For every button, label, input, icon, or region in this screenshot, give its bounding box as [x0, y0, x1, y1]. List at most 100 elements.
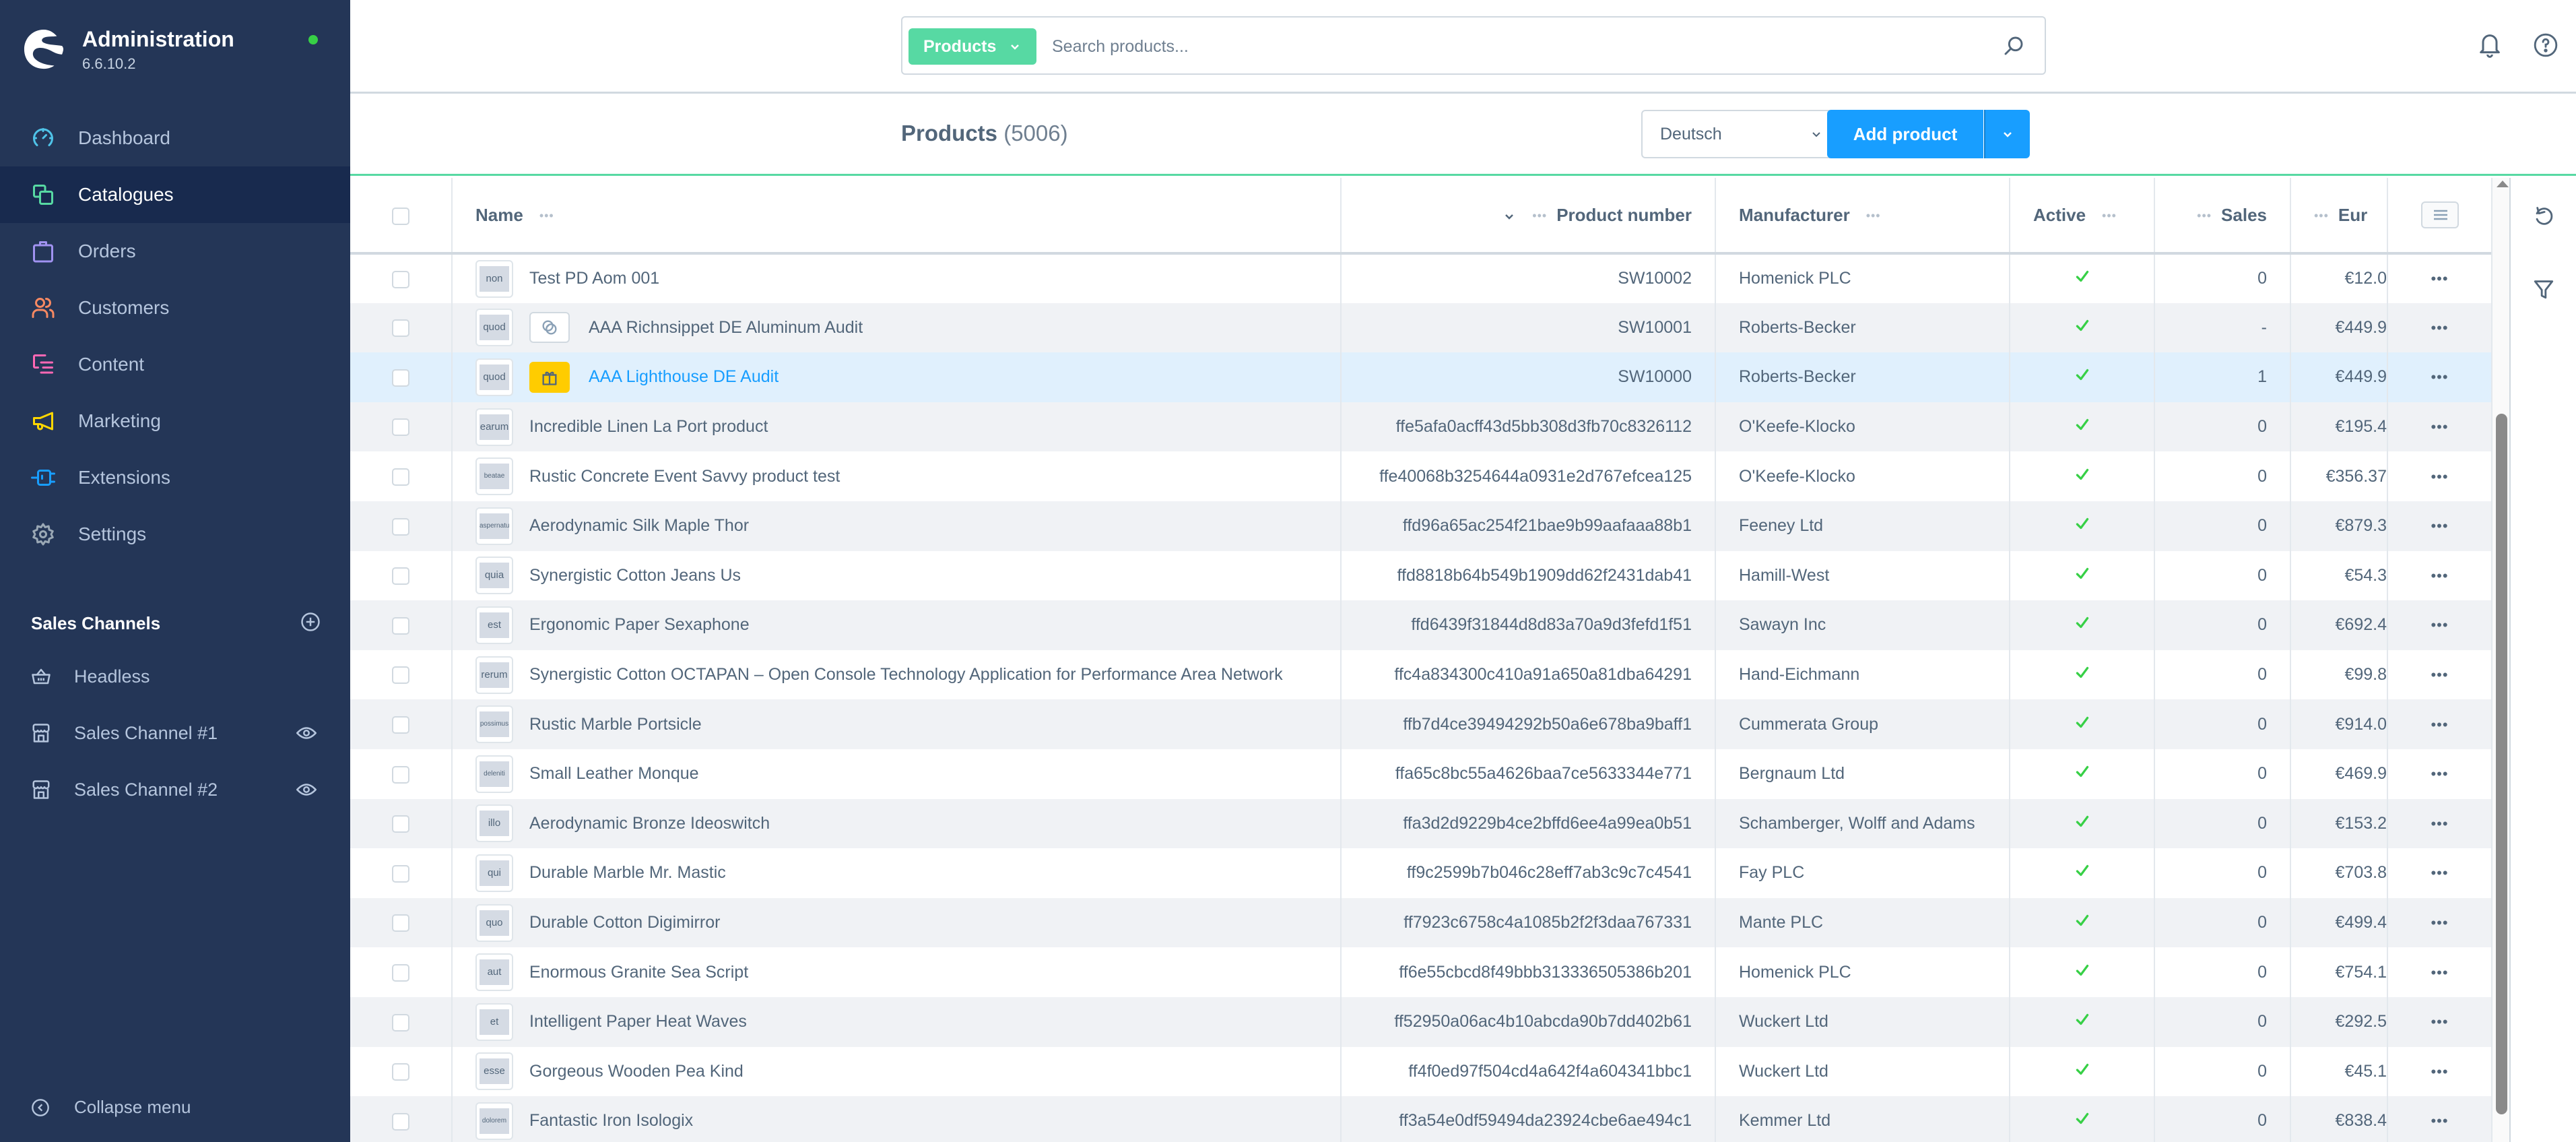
sidebar-item-extensions[interactable]: Extensions: [0, 449, 350, 506]
row-context-menu-icon[interactable]: •••: [2431, 369, 2448, 385]
search-type-dropdown[interactable]: Products: [909, 28, 1036, 65]
table-row[interactable]: deleniti Small Leather Monque ffa65c8bc55a…: [350, 749, 2491, 799]
product-name-link[interactable]: Small Leather Monque: [529, 764, 699, 784]
filter-icon[interactable]: [2532, 278, 2555, 300]
row-checkbox[interactable]: [392, 864, 409, 883]
row-checkbox[interactable]: [392, 964, 409, 982]
row-context-menu-icon[interactable]: •••: [2431, 517, 2448, 534]
table-row[interactable]: et Intelligent Paper Heat Waves ff52950a06…: [350, 996, 2491, 1047]
sidebar-item-marketing[interactable]: Marketing: [0, 393, 350, 449]
row-context-menu-icon[interactable]: •••: [2431, 1063, 2448, 1080]
row-checkbox[interactable]: [392, 369, 409, 387]
product-name-link[interactable]: AAA Richnsippet DE Aluminum Audit: [589, 318, 863, 338]
product-name-link[interactable]: Intelligent Paper Heat Waves: [529, 1012, 747, 1032]
help-icon[interactable]: [2533, 32, 2558, 58]
row-context-menu-icon[interactable]: •••: [2431, 319, 2448, 336]
table-row[interactable]: quod AAA Richnsippet DE Aluminum Audit SW1…: [350, 303, 2491, 353]
column-settings-button[interactable]: [2420, 201, 2459, 228]
column-header-price[interactable]: ••• Eur: [2290, 178, 2388, 255]
product-name-link[interactable]: Test PD Aom 001: [529, 269, 659, 288]
add-product-dropdown-button[interactable]: [1984, 110, 2030, 158]
product-name-link[interactable]: Incredible Linen La Port product: [529, 417, 768, 437]
column-settings-icon[interactable]: •••: [1866, 209, 1881, 223]
product-name-link[interactable]: Gorgeous Wooden Pea Kind: [529, 1062, 744, 1081]
product-name-link[interactable]: Rustic Marble Portsicle: [529, 715, 702, 734]
sidebar-item-orders[interactable]: Orders: [0, 223, 350, 280]
grid-scrollbar[interactable]: [2491, 178, 2511, 1142]
row-checkbox[interactable]: [392, 270, 409, 288]
row-checkbox[interactable]: [392, 1112, 409, 1131]
column-header-product-number[interactable]: ••• Product number: [1341, 178, 1716, 255]
table-row[interactable]: aspernatur Aerodynamic Silk Maple Thor ffd…: [350, 501, 2491, 551]
product-name-link[interactable]: AAA Lighthouse DE Audit: [589, 367, 779, 387]
row-checkbox[interactable]: [392, 815, 409, 833]
row-context-menu-icon[interactable]: •••: [2431, 964, 2448, 981]
row-context-menu-icon[interactable]: •••: [2431, 716, 2448, 733]
row-context-menu-icon[interactable]: •••: [2431, 616, 2448, 633]
row-checkbox[interactable]: [392, 716, 409, 734]
sales-channel-1[interactable]: Sales Channel #1: [0, 705, 350, 761]
table-row[interactable]: quia Synergistic Cotton Jeans Us ffd8818b6…: [350, 550, 2491, 601]
language-switch[interactable]: Deutsch: [1641, 110, 1843, 158]
table-row[interactable]: esse Gorgeous Wooden Pea Kind ff4f0ed97f50…: [350, 1046, 2491, 1097]
table-row[interactable]: aut Enormous Granite Sea Script ff6e55cbcd…: [350, 947, 2491, 997]
table-row[interactable]: possimus Rustic Marble Portsicle ffb7d4ce3…: [350, 699, 2491, 749]
column-header-manufacturer[interactable]: Manufacturer •••: [1715, 178, 2010, 255]
row-checkbox[interactable]: [392, 418, 409, 437]
row-checkbox[interactable]: [392, 1063, 409, 1081]
sidebar-item-settings[interactable]: Settings: [0, 506, 350, 563]
row-checkbox[interactable]: [392, 567, 409, 585]
row-context-menu-icon[interactable]: •••: [2431, 567, 2448, 584]
product-name-link[interactable]: Enormous Granite Sea Script: [529, 963, 748, 982]
row-checkbox[interactable]: [392, 319, 409, 338]
table-row[interactable]: beatae Rustic Concrete Event Savvy produc…: [350, 451, 2491, 501]
row-checkbox[interactable]: [392, 468, 409, 486]
table-row[interactable]: qui Durable Marble Mr. Mastic ff9c2599b7b0…: [350, 848, 2491, 898]
row-context-menu-icon[interactable]: •••: [2431, 666, 2448, 683]
column-header-sales[interactable]: ••• Sales: [2154, 178, 2291, 255]
row-context-menu-icon[interactable]: •••: [2431, 765, 2448, 782]
row-context-menu-icon[interactable]: •••: [2431, 270, 2448, 287]
add-product-button[interactable]: Add product: [1827, 110, 1983, 158]
product-name-link[interactable]: Durable Marble Mr. Mastic: [529, 863, 726, 883]
eye-icon[interactable]: [296, 782, 317, 797]
eye-icon[interactable]: [296, 726, 317, 740]
notifications-bell-icon[interactable]: [2476, 31, 2503, 58]
column-settings-icon[interactable]: •••: [2197, 209, 2212, 223]
search-icon[interactable]: [2003, 35, 2024, 57]
row-checkbox[interactable]: [392, 666, 409, 685]
table-row[interactable]: non Test PD Aom 001 SW10002 Homenick PLC 0 €1…: [350, 253, 2491, 303]
product-name-link[interactable]: Durable Cotton Digimirror: [529, 913, 720, 932]
product-name-link[interactable]: Synergistic Cotton Jeans Us: [529, 566, 741, 585]
scrollbar-thumb[interactable]: [2496, 414, 2507, 1114]
row-checkbox[interactable]: [392, 517, 409, 536]
select-all-checkbox[interactable]: [392, 207, 409, 225]
sales-channel-headless[interactable]: Headless: [0, 648, 350, 705]
product-name-link[interactable]: Synergistic Cotton OCTAPAN – Open Consol…: [529, 665, 1283, 685]
sidebar-item-catalogues[interactable]: Catalogues: [0, 166, 350, 223]
product-name-link[interactable]: Aerodynamic Silk Maple Thor: [529, 516, 749, 536]
sidebar-item-customers[interactable]: Customers: [0, 280, 350, 336]
row-checkbox[interactable]: [392, 616, 409, 635]
row-checkbox[interactable]: [392, 765, 409, 784]
row-context-menu-icon[interactable]: •••: [2431, 1013, 2448, 1030]
product-name-link[interactable]: Ergonomic Paper Sexaphone: [529, 615, 750, 635]
sidebar-item-dashboard[interactable]: Dashboard: [0, 110, 350, 166]
column-settings-icon[interactable]: •••: [1532, 209, 1547, 223]
sidebar-item-content[interactable]: Content: [0, 336, 350, 393]
table-row[interactable]: quod AAA Lighthouse DE Audit SW10000 Robert…: [350, 352, 2491, 402]
table-row[interactable]: dolorem Fantastic Iron Isologix ff3a54e0df…: [350, 1096, 2491, 1142]
table-row[interactable]: est Ergonomic Paper Sexaphone ffd6439f3184…: [350, 600, 2491, 650]
table-row[interactable]: rerum Synergistic Cotton OCTAPAN – Open C…: [350, 649, 2491, 700]
column-settings-icon[interactable]: •••: [2102, 209, 2117, 223]
row-context-menu-icon[interactable]: •••: [2431, 468, 2448, 485]
column-settings-icon[interactable]: •••: [2314, 209, 2329, 223]
scroll-up-arrow-icon[interactable]: [2497, 181, 2509, 187]
table-row[interactable]: earum Incredible Linen La Port product ffe…: [350, 402, 2491, 452]
collapse-menu-button[interactable]: Collapse menu: [31, 1097, 191, 1118]
product-name-link[interactable]: Rustic Concrete Event Savvy product test: [529, 467, 840, 486]
row-context-menu-icon[interactable]: •••: [2431, 864, 2448, 881]
row-context-menu-icon[interactable]: •••: [2431, 418, 2448, 435]
row-context-menu-icon[interactable]: •••: [2431, 914, 2448, 931]
row-checkbox[interactable]: [392, 1013, 409, 1032]
